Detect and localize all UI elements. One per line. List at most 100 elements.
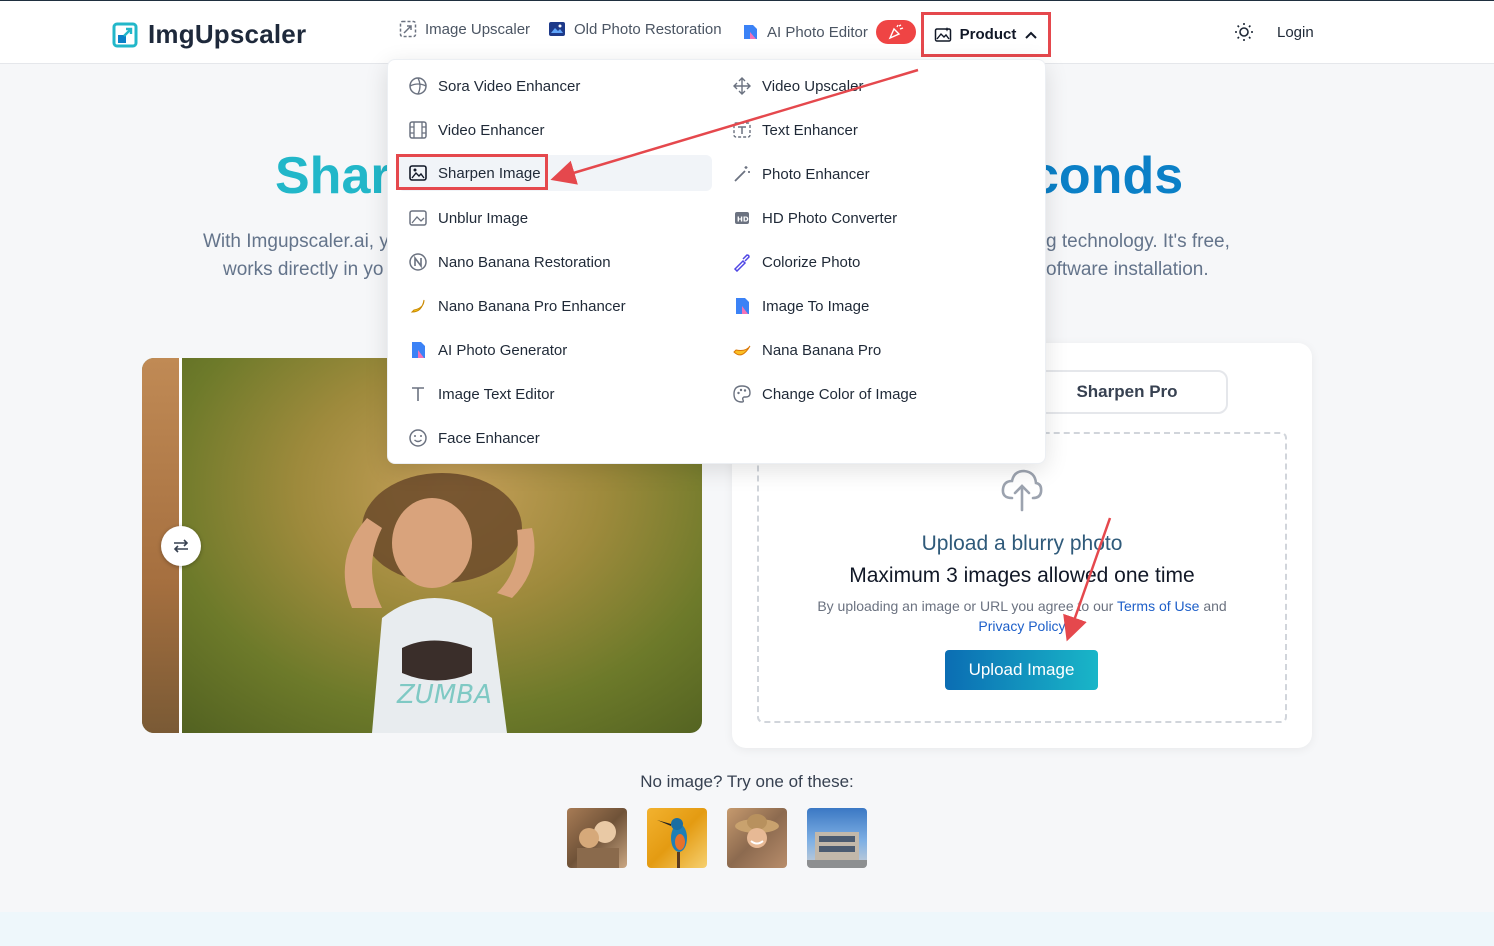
image-upscale-icon <box>399 20 417 38</box>
product-menu-button[interactable]: Product <box>921 12 1051 57</box>
hero-subtitle-left-1: With Imgupscaler.ai, y <box>203 231 389 252</box>
menu-item-video-enhancer[interactable]: Video Enhancer <box>398 112 544 148</box>
kingfisher-photo <box>657 818 687 868</box>
woman-hat-photo <box>735 814 779 848</box>
upload-terms: By uploading an image or URL you agree t… <box>800 596 1244 636</box>
nav-image-upscaler[interactable]: Image Upscaler <box>399 20 530 38</box>
svg-text:ZUMBA: ZUMBA <box>396 680 492 710</box>
menu-item-unblur-image[interactable]: Unblur Image <box>398 200 528 236</box>
hero-subtitle-left-2: works directly in yo <box>223 259 384 280</box>
nav-label: Old Photo Restoration <box>574 20 722 38</box>
menu-item-label: Face Enhancer <box>438 429 540 447</box>
upload-title: Upload a blurry photo <box>921 532 1123 555</box>
woman-photo: ZUMBA <box>344 473 535 733</box>
hero-title-right: conds <box>1030 147 1184 205</box>
menu-item-label: Unblur Image <box>438 209 529 227</box>
sample-image-woman[interactable] <box>727 808 787 868</box>
hero-subtitle-right-2: oftware installation. <box>1046 259 1209 280</box>
move-arrows-icon <box>732 76 752 96</box>
menu-item-hd-photo-converter[interactable]: HD HD Photo Converter <box>722 200 897 236</box>
text-t-icon <box>408 384 428 404</box>
smile-icon <box>408 428 428 448</box>
sparkle-image-icon <box>934 26 951 42</box>
image-to-image-icon <box>732 296 752 316</box>
menu-item-colorize-photo[interactable]: Colorize Photo <box>722 244 860 280</box>
hot-badge <box>875 20 916 44</box>
footer-band <box>0 912 1494 946</box>
sample-image-building[interactable] <box>807 808 867 868</box>
menu-item-label: Video Enhancer <box>438 121 545 139</box>
pipette-icon <box>732 252 752 272</box>
menu-item-label: HD Photo Converter <box>762 209 898 227</box>
sample-image-dog[interactable] <box>567 808 627 868</box>
tab-sharpen-pro[interactable]: Sharpen Pro <box>1026 370 1228 414</box>
menu-item-label: Photo Enhancer <box>762 165 870 183</box>
text-frame-icon <box>732 120 752 140</box>
menu-item-label: Image Text Editor <box>438 385 555 403</box>
sample-prompt: No image? Try one of these: <box>640 772 854 791</box>
nav-label: Image Upscaler <box>425 20 531 38</box>
cloud-upload-icon <box>1000 466 1044 517</box>
menu-item-change-color-of-image[interactable]: Change Color of Image <box>722 376 917 412</box>
menu-item-image-text-editor[interactable]: Image Text Editor <box>398 376 554 412</box>
sample-image-bird[interactable] <box>647 808 707 868</box>
nano-n-icon <box>408 252 428 272</box>
menu-item-nana-banana-pro[interactable]: Nana Banana Pro <box>722 332 881 368</box>
upload-max-note: Maximum 3 images allowed one time <box>849 564 1195 587</box>
privacy-policy-link[interactable]: Privacy Policy <box>978 618 1065 634</box>
logo-icon <box>112 22 138 47</box>
hero-subtitle-right-1: g technology. It's free, <box>1046 231 1230 252</box>
menu-item-nano-banana-pro-enhancer[interactable]: Nano Banana Pro Enhancer <box>398 288 626 324</box>
sora-icon <box>408 76 428 96</box>
compare-handle[interactable] <box>161 526 201 566</box>
palette-icon <box>732 384 752 404</box>
menu-item-image-to-image[interactable]: Image To Image <box>722 288 869 324</box>
banana-icon <box>408 296 428 316</box>
terms-and: and <box>1203 598 1227 614</box>
menu-item-label: Nano Banana Restoration <box>438 253 611 271</box>
swap-arrows-icon <box>173 539 189 553</box>
chevron-up-icon <box>1025 31 1038 39</box>
login-link[interactable]: Login <box>1277 24 1314 41</box>
nav-ai-photo-editor[interactable]: AI Photo Editor <box>741 20 916 44</box>
menu-item-label: Colorize Photo <box>762 253 861 271</box>
photo-icon <box>549 22 565 36</box>
unblur-icon <box>408 208 428 228</box>
logo[interactable]: ImgUpscaler <box>112 19 306 50</box>
logo-text: ImgUpscaler <box>148 19 307 49</box>
menu-item-label: Change Color of Image <box>762 385 918 403</box>
menu-item-video-upscaler[interactable]: Video Upscaler <box>722 68 863 104</box>
terms-prefix: By uploading an image or URL you agree t… <box>817 598 1114 614</box>
menu-item-nano-banana-restoration[interactable]: Nano Banana Restoration <box>398 244 611 280</box>
theme-toggle[interactable] <box>1234 22 1254 47</box>
menu-item-face-enhancer[interactable]: Face Enhancer <box>398 420 540 456</box>
svg-text:HD: HD <box>737 216 749 224</box>
magic-wand-icon <box>732 164 752 184</box>
party-popper-icon <box>888 24 904 40</box>
nav-old-photo-restoration[interactable]: Old Photo Restoration <box>548 20 722 38</box>
nav-label: AI Photo Editor <box>767 23 868 41</box>
menu-item-label: Sora Video Enhancer <box>438 77 581 95</box>
menu-item-label: Image To Image <box>762 297 870 315</box>
product-label: Product <box>959 26 1017 43</box>
dog-photo <box>577 821 619 868</box>
ai-editor-icon <box>744 25 757 39</box>
ai-generator-icon <box>408 340 428 360</box>
building-photo <box>807 832 867 868</box>
menu-item-label: Text Enhancer <box>762 121 858 139</box>
menu-item-ai-photo-generator[interactable]: AI Photo Generator <box>398 332 567 368</box>
film-icon <box>408 120 428 140</box>
highlight-box-sharpen-image <box>396 154 548 190</box>
banana-pro-icon <box>732 340 752 360</box>
menu-item-label: Video Upscaler <box>762 77 864 95</box>
menu-item-photo-enhancer[interactable]: Photo Enhancer <box>722 156 870 192</box>
menu-item-label: AI Photo Generator <box>438 341 568 359</box>
menu-item-label: Nana Banana Pro <box>762 341 882 359</box>
menu-item-sora-video-enhancer[interactable]: Sora Video Enhancer <box>398 68 580 104</box>
sun-icon <box>1235 23 1253 41</box>
terms-of-use-link[interactable]: Terms of Use <box>1117 598 1199 614</box>
hd-icon: HD <box>732 208 752 228</box>
upload-image-button[interactable]: Upload Image <box>945 650 1098 690</box>
menu-item-label: Nano Banana Pro Enhancer <box>438 297 626 315</box>
menu-item-text-enhancer[interactable]: Text Enhancer <box>722 112 858 148</box>
